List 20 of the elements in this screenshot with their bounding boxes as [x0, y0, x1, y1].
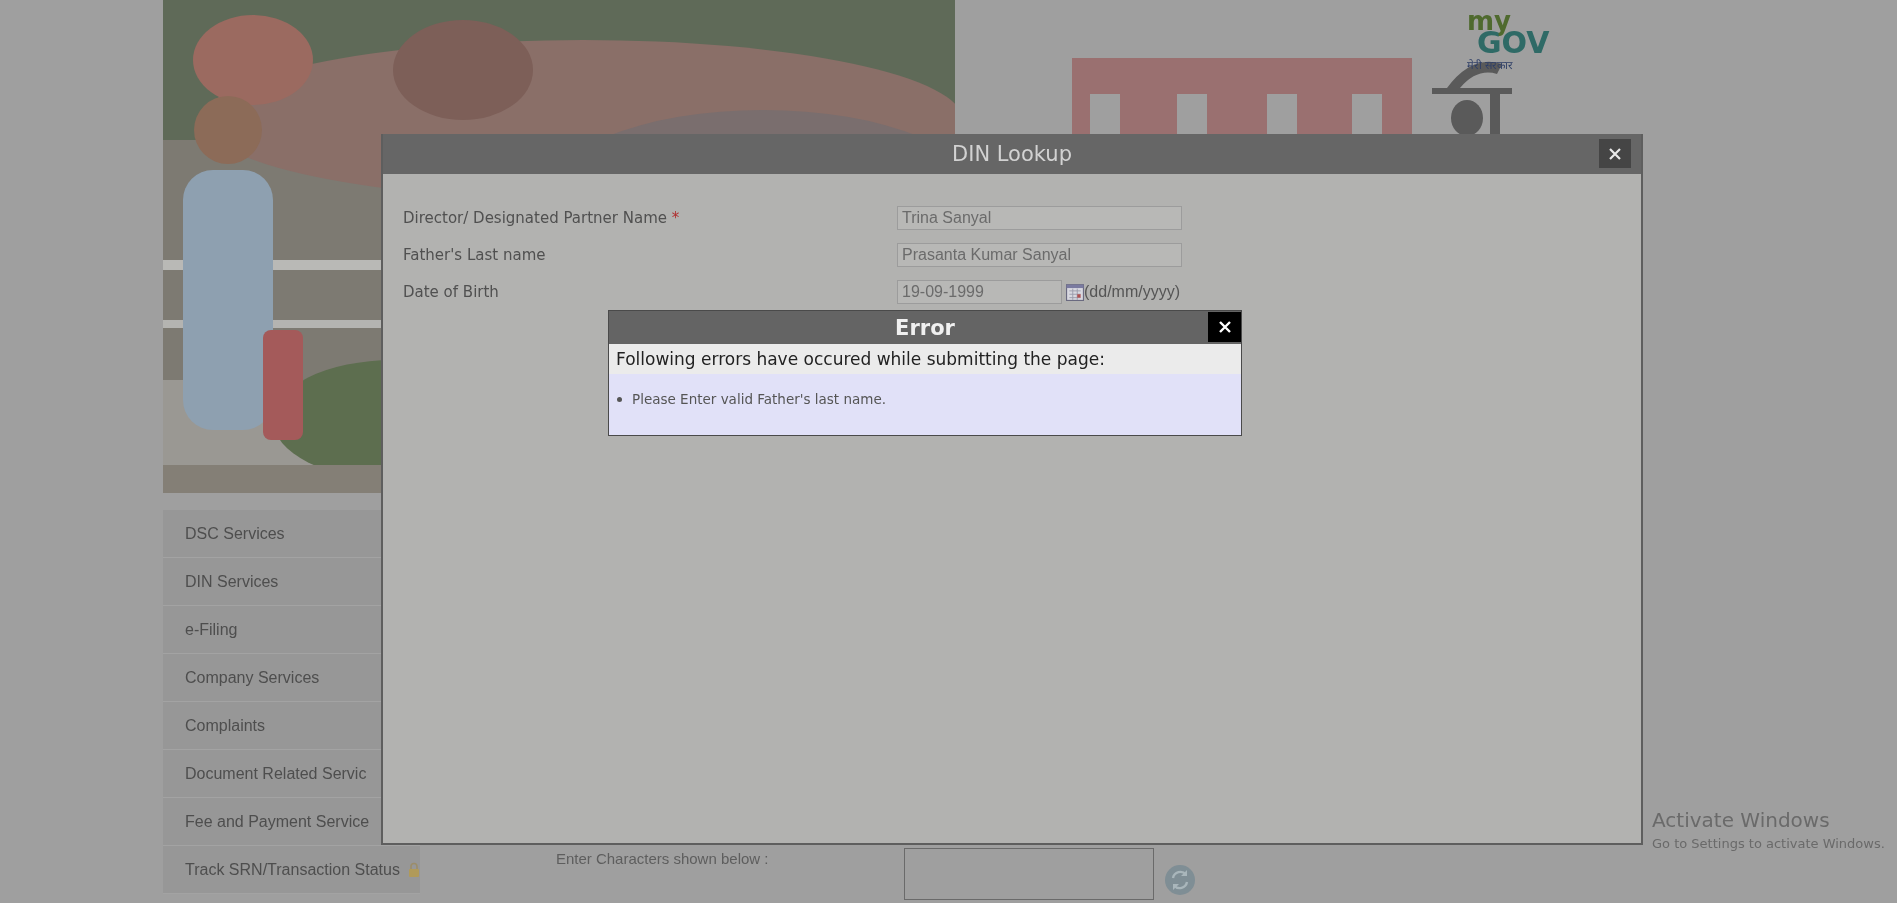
- close-button[interactable]: [1599, 139, 1631, 168]
- close-icon: [1217, 320, 1232, 334]
- captcha-input[interactable]: [903, 848, 1154, 900]
- calendar-icon[interactable]: [1066, 283, 1084, 301]
- date-field[interactable]: 19-09-1999: [897, 280, 1062, 304]
- error-heading: Following errors have occured while submitting the page:: [609, 344, 1241, 374]
- captcha-label: Enter Characters shown below :: [555, 850, 770, 867]
- error-message: Please Enter valid Father's last name.: [632, 390, 886, 409]
- input-field[interactable]: Trina Sanyal: [897, 206, 1182, 230]
- sidebar-item[interactable]: Track SRN/Transaction Status: [163, 846, 420, 894]
- dialog-title: DIN Lookup: [952, 142, 1072, 166]
- close-icon: [1608, 146, 1622, 161]
- field-label: Father's Last name: [403, 246, 547, 264]
- field-label: Date of Birth: [403, 283, 500, 301]
- error-title: Error: [895, 315, 955, 340]
- input-field[interactable]: Prasanta Kumar Sanyal: [897, 243, 1182, 267]
- date-format-hint: (dd/mm/yyyy): [1084, 283, 1180, 301]
- field-label: Director/ Designated Partner Name *: [403, 209, 681, 227]
- bullet-icon: [617, 396, 622, 402]
- close-button[interactable]: [1208, 312, 1241, 342]
